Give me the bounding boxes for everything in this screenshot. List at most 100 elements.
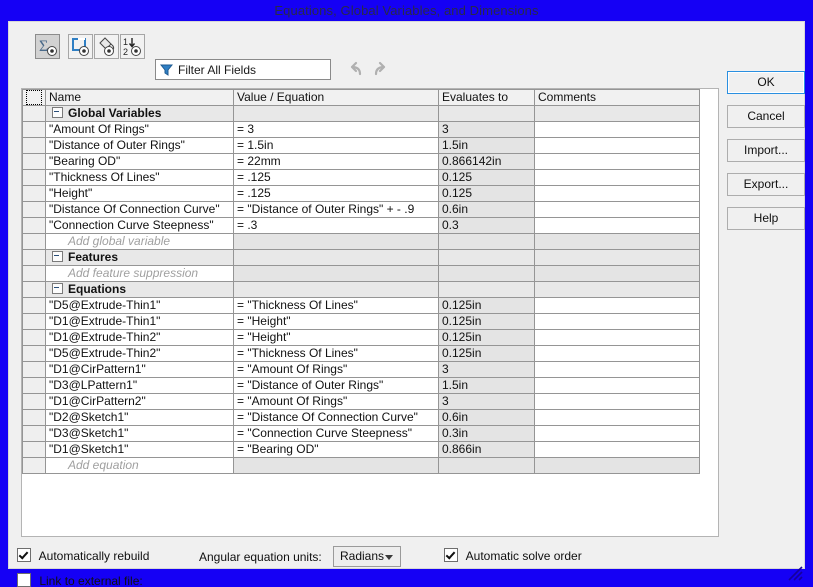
table-add-row[interactable]: Add equation [22,457,700,474]
cell-comment[interactable] [534,153,700,170]
cell-name[interactable]: "Bearing OD" [45,153,234,170]
cell-comment[interactable] [534,361,700,378]
link-to-external-file-checkbox[interactable]: Link to external file: [17,573,143,587]
group-title-cell[interactable]: Global Variables [45,105,234,122]
row-gutter[interactable] [22,201,46,218]
row-gutter[interactable] [22,153,46,170]
cell-name[interactable]: "Distance Of Connection Curve" [45,201,234,218]
row-gutter[interactable] [22,361,46,378]
cell-value[interactable]: = .125 [233,185,439,202]
row-gutter[interactable] [22,169,46,186]
ordered-view-button[interactable]: 1 2 [120,34,145,59]
row-gutter[interactable] [22,233,46,250]
export-button[interactable]: Export... [727,173,805,196]
cell-name[interactable]: "D1@CirPattern2" [45,393,234,410]
automatically-rebuild-checkbox[interactable]: Automatically rebuild [17,548,149,563]
cell-value[interactable]: = "Distance of Outer Rings" + - .9 [233,201,439,218]
row-gutter[interactable] [22,281,46,298]
cell-name[interactable]: "D3@LPattern1" [45,377,234,394]
row-gutter[interactable] [22,409,46,426]
cell-value[interactable]: = 1.5in [233,137,439,154]
cell-name[interactable]: "D5@Extrude-Thin1" [45,297,234,314]
column-header-name[interactable]: Name [45,89,234,106]
feature-equation-view-button[interactable] [94,34,119,59]
cell-value[interactable]: = 22mm [233,153,439,170]
cell-comment[interactable] [534,297,700,314]
row-gutter[interactable] [22,377,46,394]
cell-name[interactable]: "D2@Sketch1" [45,409,234,426]
cell-comment[interactable] [534,217,700,234]
cell-value[interactable]: = "Amount Of Rings" [233,393,439,410]
add-row-label[interactable]: Add global variable [45,233,234,250]
cell-name[interactable]: "Height" [45,185,234,202]
ok-button[interactable]: OK [727,71,805,94]
cell-name[interactable]: "D1@Extrude-Thin1" [45,313,234,330]
resize-grip-icon[interactable] [784,562,804,582]
cell-name[interactable]: "D1@Extrude-Thin2" [45,329,234,346]
cell-value[interactable]: = .3 [233,217,439,234]
row-gutter[interactable] [22,313,46,330]
cell-value[interactable]: = "Bearing OD" [233,441,439,458]
equation-view-button[interactable]: Σ [35,34,60,59]
cell-value[interactable]: = "Thickness Of Lines" [233,297,439,314]
cell-comment[interactable] [534,409,700,426]
cell-comment[interactable] [534,425,700,442]
cell-comment[interactable] [534,313,700,330]
row-gutter[interactable] [22,185,46,202]
import-button[interactable]: Import... [727,139,805,162]
cell-comment[interactable] [534,377,700,394]
cell-comment[interactable] [534,169,700,186]
cell-comment[interactable] [534,201,700,218]
cell-value[interactable]: = "Connection Curve Steepness" [233,425,439,442]
column-header-evaluates[interactable]: Evaluates to [438,89,535,106]
cell-value[interactable]: = .125 [233,169,439,186]
table-corner-cell[interactable] [22,89,46,106]
cell-value[interactable]: = 3 [233,121,439,138]
row-gutter[interactable] [22,329,46,346]
cell-name[interactable]: "Amount Of Rings" [45,121,234,138]
row-gutter[interactable] [22,265,46,282]
row-gutter[interactable] [22,297,46,314]
row-gutter[interactable] [22,137,46,154]
cell-comment[interactable] [534,185,700,202]
cell-comment[interactable] [534,441,700,458]
automatic-solve-order-checkbox[interactable]: Automatic solve order [444,548,582,563]
group-title-cell[interactable]: Equations [45,281,234,298]
collapse-toggle-icon[interactable] [52,251,63,262]
cell-value[interactable]: = "Distance of Outer Rings" [233,377,439,394]
cell-comment[interactable] [534,329,700,346]
row-gutter[interactable] [22,425,46,442]
add-row-label[interactable]: Add equation [45,457,234,474]
row-gutter[interactable] [22,217,46,234]
cell-name[interactable]: "D1@CirPattern1" [45,361,234,378]
row-gutter[interactable] [22,345,46,362]
column-header-value[interactable]: Value / Equation [233,89,439,106]
row-gutter[interactable] [22,105,46,122]
row-gutter[interactable] [22,121,46,138]
cell-value[interactable]: = "Thickness Of Lines" [233,345,439,362]
cell-name[interactable]: "D1@Sketch1" [45,441,234,458]
collapse-toggle-icon[interactable] [52,283,63,294]
table-add-row[interactable]: Add feature suppression [22,265,700,282]
row-gutter[interactable] [22,393,46,410]
help-button[interactable]: Help [727,207,805,230]
cell-name[interactable]: "D5@Extrude-Thin2" [45,345,234,362]
add-row-label[interactable]: Add feature suppression [45,265,234,282]
cell-value[interactable]: = "Height" [233,329,439,346]
cell-name[interactable]: "Thickness Of Lines" [45,169,234,186]
cell-comment[interactable] [534,345,700,362]
cell-value[interactable]: = "Height" [233,313,439,330]
cancel-button[interactable]: Cancel [727,105,805,128]
filter-input[interactable]: Filter All Fields [155,59,331,80]
row-gutter[interactable] [22,441,46,458]
cell-value[interactable]: = "Amount Of Rings" [233,361,439,378]
group-title-cell[interactable]: Features [45,249,234,266]
cell-comment[interactable] [534,137,700,154]
table-add-row[interactable]: Add global variable [22,233,700,250]
row-gutter[interactable] [22,457,46,474]
collapse-toggle-icon[interactable] [52,107,63,118]
sketch-equation-view-button[interactable] [68,34,93,59]
redo-button[interactable] [371,60,391,79]
equations-table-panel[interactable]: Name Value / Equation Evaluates to Comme… [21,88,719,537]
cell-name[interactable]: "Connection Curve Steepness" [45,217,234,234]
